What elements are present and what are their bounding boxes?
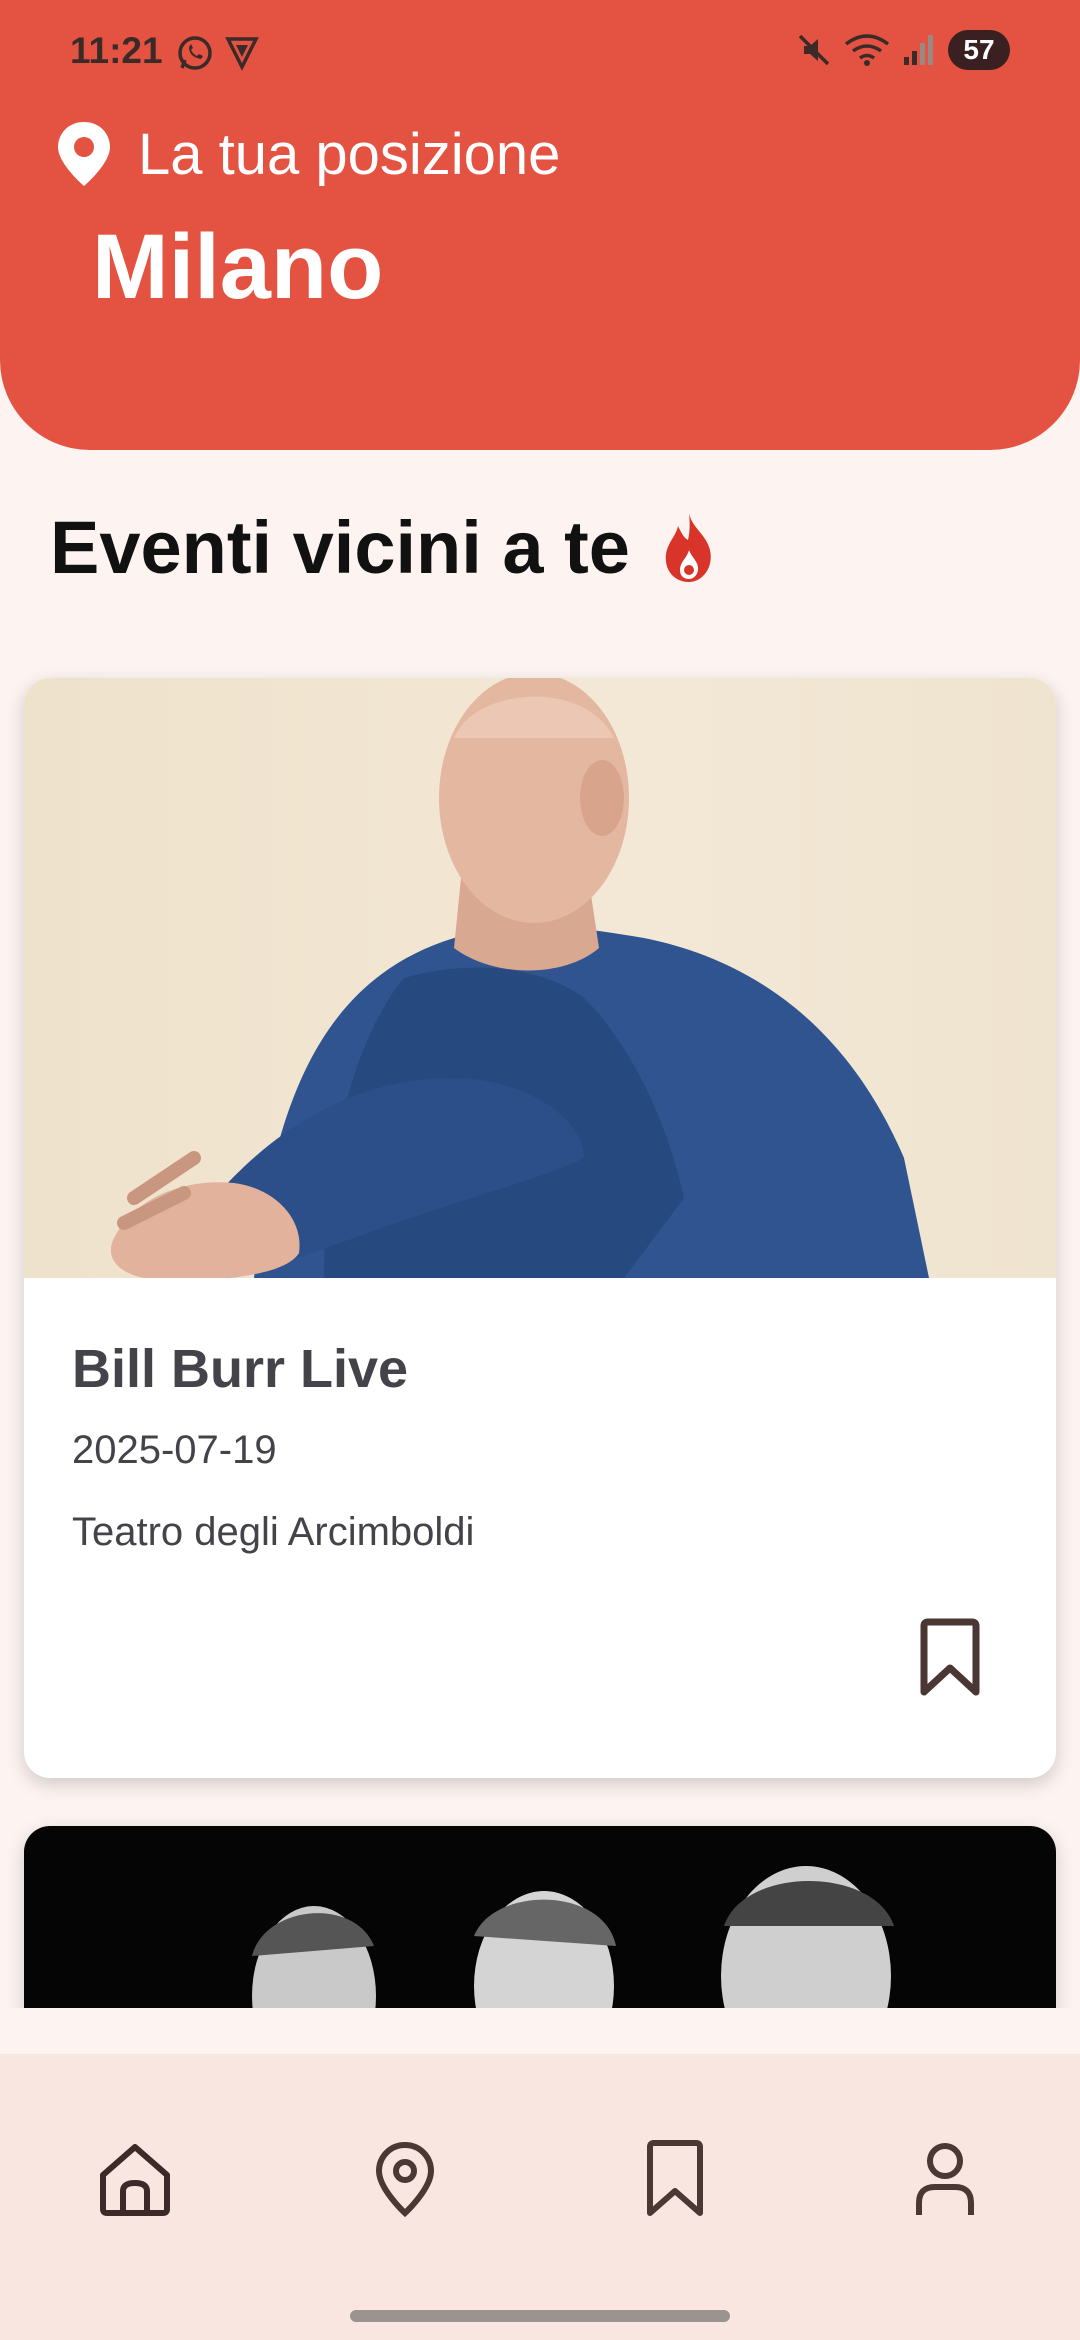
mute-icon bbox=[798, 34, 830, 66]
signal-icon bbox=[904, 35, 933, 65]
bookmark-icon bbox=[920, 1618, 980, 1696]
status-time: 11:21 bbox=[70, 30, 163, 71]
nav-profile[interactable] bbox=[900, 2134, 990, 2224]
vpn-shield-icon bbox=[225, 37, 259, 71]
location-label: La tua posizione bbox=[138, 121, 561, 187]
wifi-icon bbox=[844, 34, 890, 66]
city-name: Milano bbox=[92, 216, 384, 318]
save-event-button[interactable] bbox=[914, 1618, 986, 1698]
location-pin-icon bbox=[375, 2141, 435, 2218]
status-right-icons: 57 bbox=[796, 30, 1010, 70]
status-left-icons bbox=[176, 34, 260, 72]
home-icon bbox=[100, 2144, 170, 2216]
event-venue: Teatro degli Arcimboldi bbox=[72, 1510, 475, 1554]
section-title-text: Eventi vicini a te bbox=[50, 506, 630, 589]
event-card-body: Bill Burr Live 2025-07-19 Teatro degli A… bbox=[24, 1278, 1056, 1778]
event-image bbox=[24, 678, 1056, 1278]
fire-icon bbox=[665, 512, 711, 582]
whatsapp-icon bbox=[178, 36, 212, 70]
battery-indicator: 57 bbox=[948, 30, 1010, 70]
nav-map[interactable] bbox=[360, 2134, 450, 2224]
event-card[interactable]: Bill Burr Live 2025-07-19 Teatro degli A… bbox=[24, 678, 1056, 1778]
nav-home[interactable] bbox=[90, 2134, 180, 2224]
nav-saved[interactable] bbox=[630, 2134, 720, 2224]
section-title: Eventi vicini a te bbox=[50, 505, 724, 590]
event-date: 2025-07-19 bbox=[72, 1428, 277, 1472]
user-icon bbox=[916, 2143, 974, 2215]
bottom-navigation-bar bbox=[0, 2054, 1080, 2340]
event-photo bbox=[110, 678, 929, 1278]
bookmark-icon bbox=[647, 2140, 703, 2216]
location-pin-icon bbox=[58, 122, 110, 186]
event-title: Bill Burr Live bbox=[72, 1339, 409, 1399]
bottom-navigation bbox=[0, 2008, 1080, 2340]
location-header: 11:21 57 La tua posizione Milano bbox=[0, 0, 1080, 450]
location-row[interactable]: La tua posizione bbox=[52, 118, 560, 190]
home-indicator[interactable] bbox=[350, 2310, 730, 2322]
status-bar: 11:21 57 bbox=[0, 0, 1080, 100]
